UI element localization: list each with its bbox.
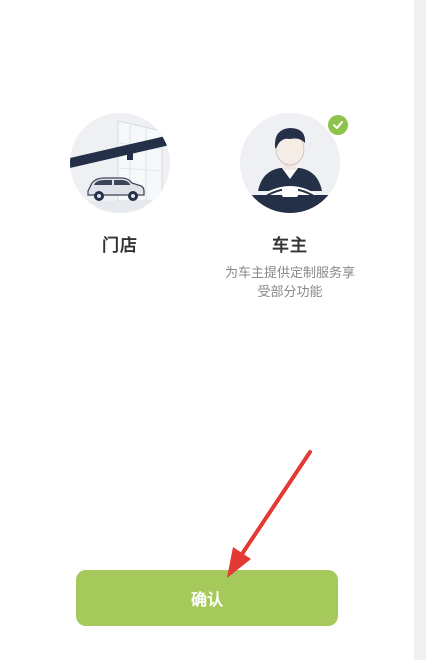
car-owner-option-title: 车主 — [272, 236, 308, 256]
option-store[interactable]: 门店 — [50, 113, 190, 256]
car-owner-avatar — [240, 113, 340, 213]
selected-check-icon — [328, 115, 348, 135]
store-option-title: 门店 — [102, 236, 138, 256]
confirm-button[interactable]: 确认 — [76, 570, 338, 626]
scrollbar-track[interactable] — [414, 0, 426, 660]
car-owner-option-description: 为车主提供定制服务享受部分功能 — [225, 266, 356, 300]
store-avatar — [70, 113, 170, 213]
role-select-page: 门店 车主 为车主提供定制服务享受部分功能 确认 — [0, 0, 414, 660]
option-car-owner[interactable]: 车主 为车主提供定制服务享受部分功能 — [220, 113, 360, 302]
storefront-car-icon — [70, 113, 170, 213]
driver-icon — [240, 113, 340, 213]
